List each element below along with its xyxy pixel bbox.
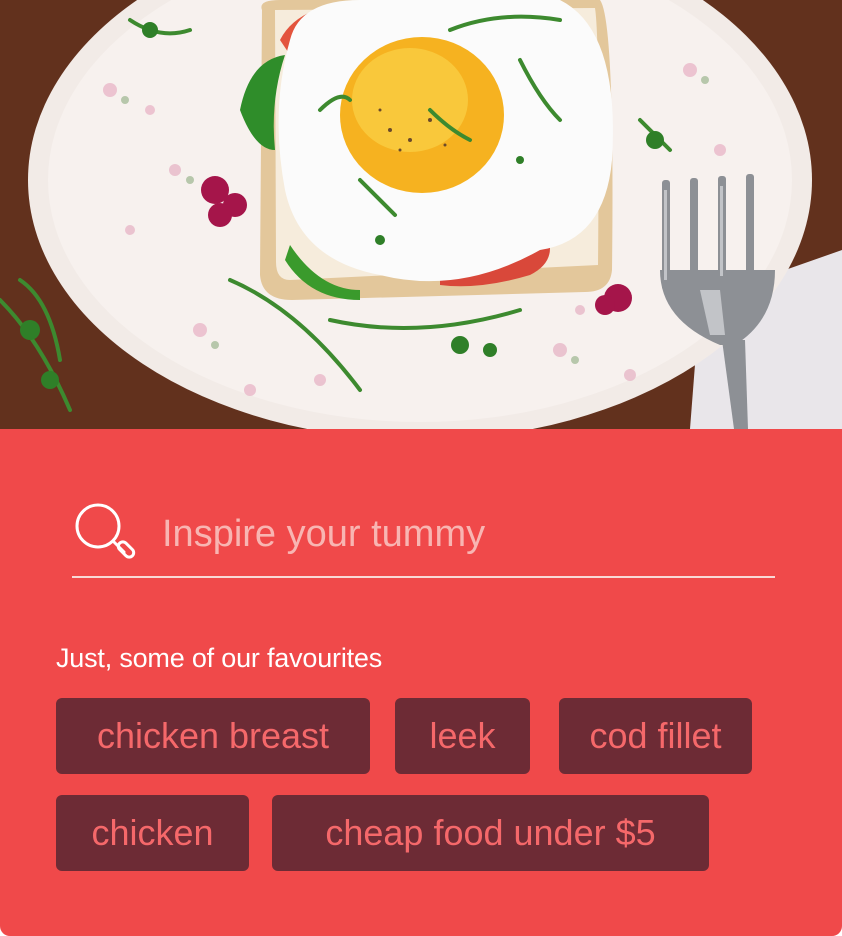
search-icon[interactable] — [72, 500, 136, 564]
recipe-search-card: Just, some of our favourites chicken bre… — [0, 0, 842, 936]
search-input[interactable] — [162, 506, 762, 562]
tag-chicken-breast[interactable]: chicken breast — [56, 698, 370, 774]
tag-cod-fillet[interactable]: cod fillet — [559, 698, 752, 774]
fried-egg-toast-plate-image — [0, 0, 842, 429]
favourites-heading: Just, some of our favourites — [56, 643, 383, 673]
tag-cheap-food-under-5[interactable]: cheap food under $5 — [272, 795, 709, 871]
tag-leek[interactable]: leek — [395, 698, 530, 774]
search-bar[interactable] — [72, 498, 775, 578]
hero-image — [0, 0, 842, 429]
tag-chicken[interactable]: chicken — [56, 795, 249, 871]
